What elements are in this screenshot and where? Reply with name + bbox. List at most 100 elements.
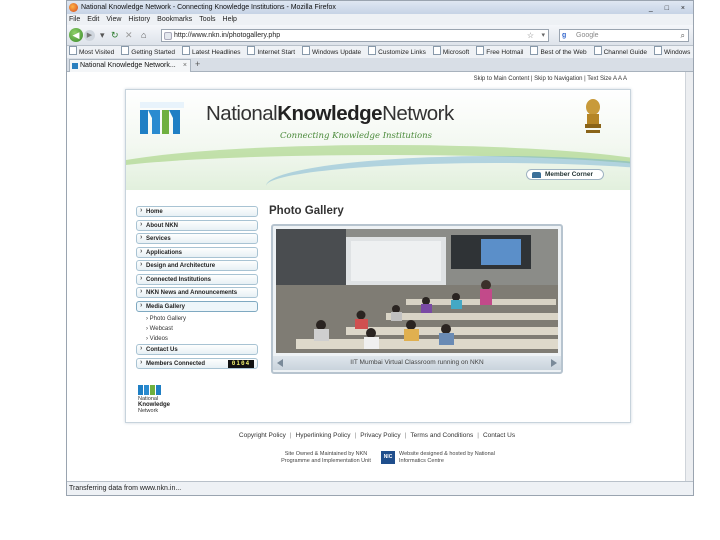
nav-item-label[interactable]: NKN News and Announcements — [146, 290, 237, 296]
favicon — [72, 63, 78, 69]
bookmark-best-of-the-web[interactable]: Best of the Web — [530, 49, 586, 56]
classroom-photo[interactable] — [276, 229, 558, 353]
url-text[interactable]: http://www.nkn.in/photogallery.php — [174, 32, 280, 39]
bookmark-latest-headlines[interactable]: Latest Headlines — [182, 49, 240, 56]
bookmark-microsoft[interactable]: Microsoft — [433, 49, 469, 56]
nav-item-members-connected[interactable]: Members Connected 0104 — [136, 357, 258, 369]
bookmark-getting-started[interactable]: Getting Started — [121, 49, 175, 56]
nav-item-connected-institutions[interactable]: Connected Institutions — [136, 273, 258, 285]
url-bar[interactable]: http://www.nkn.in/photogallery.php ☆ ▾ — [161, 29, 549, 42]
search-icon[interactable]: ⌕ — [681, 30, 685, 42]
nav-item-nkn-news-and-announcements[interactable]: NKN News and Announcements — [136, 287, 258, 298]
nav-item-services[interactable]: Services — [136, 233, 258, 244]
left-navigation: Home About NKN Services Applications Design … — [136, 206, 258, 371]
dropdown-icon[interactable]: ▾ — [100, 30, 105, 41]
nav-item-design-and-architecture[interactable]: Design and Architecture — [136, 260, 258, 271]
menu-item-bookmarks[interactable]: Bookmarks — [157, 16, 192, 23]
menu-item-edit[interactable]: Edit — [87, 16, 99, 23]
site-tagline: Connecting Knowledge Institutions — [280, 131, 432, 141]
forward-icon[interactable]: ▶ — [84, 30, 95, 41]
bookmark-channel-guide[interactable]: Channel Guide — [594, 49, 647, 56]
screenshot: National Knowledge Network - Connecting … — [0, 0, 720, 540]
bookmark-free-hotmail[interactable]: Free Hotmail — [476, 49, 523, 56]
footer-separator: | — [477, 432, 479, 439]
nav-item-label[interactable]: Home — [146, 209, 163, 215]
bookmark-customize-links[interactable]: Customize Links — [368, 49, 426, 56]
caption-bar: IIT Mumbai Virtual Classroom running on … — [273, 356, 561, 370]
bookmark-windows-update[interactable]: Windows Update — [302, 49, 361, 56]
url-dropdown-icon[interactable]: ▾ — [541, 30, 545, 42]
page-viewport: Skip to Main Content | Skip to Navigatio… — [67, 72, 687, 481]
subnav-item-photo-gallery[interactable]: › Photo Gallery — [136, 314, 258, 324]
title-word-2: Knowledge — [277, 102, 383, 125]
member-corner-label[interactable]: Member Corner — [545, 171, 593, 178]
skip-links[interactable]: Skip to Main Content | Skip to Navigatio… — [474, 76, 627, 82]
gallery-heading: Photo Gallery — [269, 205, 344, 217]
nav-item-home[interactable]: Home — [136, 206, 258, 217]
home-icon[interactable]: ⌂ — [141, 30, 146, 40]
menu-item-tools[interactable]: Tools — [199, 16, 215, 23]
menu-item-history[interactable]: History — [128, 16, 150, 23]
subnav-label[interactable]: Webcast — [150, 326, 173, 332]
menu-item-file[interactable]: File — [69, 16, 80, 23]
small-logo-text: Network — [138, 408, 158, 413]
national-emblem-icon — [585, 99, 601, 133]
google-icon[interactable]: g — [562, 31, 573, 40]
credits-owner: Site Owned & Maintained by NKN Programme… — [281, 451, 371, 464]
nav-item-media-gallery[interactable]: Media Gallery — [136, 300, 258, 312]
nav-item-label[interactable]: Media Gallery — [146, 304, 185, 310]
title-word-1: National — [206, 102, 278, 125]
new-tab-button[interactable]: + — [195, 59, 200, 69]
bookmark-windows[interactable]: Windows — [654, 49, 690, 56]
status-bar: Transferring data from www.nkn.in... — [67, 481, 693, 495]
nav-item-label[interactable]: Contact Us — [146, 347, 178, 353]
site-title: NationalKnowledgeNetwork — [206, 102, 454, 126]
tab-close-icon[interactable]: × — [183, 60, 187, 72]
vertical-scrollbar[interactable] — [685, 72, 693, 481]
member-corner-button[interactable]: Member Corner — [526, 169, 604, 180]
nav-item-contact-us[interactable]: Contact Us — [136, 344, 258, 355]
nav-item-label[interactable]: About NKN — [146, 223, 178, 229]
nav-item-label[interactable]: Services — [146, 236, 171, 242]
bookmark-star-icon[interactable]: ☆ — [527, 30, 534, 42]
nav-item-label[interactable]: Members Connected — [146, 361, 205, 367]
nav-item-label[interactable]: Applications — [146, 250, 182, 256]
menu-item-help[interactable]: Help — [223, 16, 237, 23]
footer-link-hyperlinking-policy[interactable]: Hyperlinking Policy — [296, 432, 351, 439]
reload-icon[interactable]: ↻ — [111, 30, 119, 41]
tab-active[interactable]: National Knowledge Network... × — [69, 59, 191, 72]
nkn-small-logo-icon: National Knowledge Network — [138, 385, 171, 413]
subnav-item-videos[interactable]: › Videos — [136, 334, 258, 344]
subnav-label[interactable]: Videos — [150, 336, 168, 342]
photo-caption: IIT Mumbai Virtual Classroom running on … — [350, 359, 484, 366]
footer-link-privacy-policy[interactable]: Privacy Policy — [360, 432, 400, 439]
bookmark-internet-start[interactable]: Internet Start — [247, 49, 295, 56]
title-word-3: Network — [382, 102, 454, 125]
footer-link-terms-and-conditions[interactable]: Terms and Conditions — [410, 432, 473, 439]
previous-arrow-icon[interactable] — [277, 359, 283, 367]
menu-item-view[interactable]: View — [106, 16, 121, 23]
browser-window: National Knowledge Network - Connecting … — [66, 0, 694, 496]
site-container: NationalKnowledgeNetwork Connecting Know… — [125, 89, 631, 423]
footer-link-copyright-policy[interactable]: Copyright Policy — [239, 432, 286, 439]
back-icon[interactable]: ◀ — [69, 28, 83, 42]
search-bar[interactable]: g Google ⌕ — [559, 29, 689, 42]
search-input[interactable]: Google — [576, 32, 599, 39]
tab-strip: National Knowledge Network... × + — [67, 58, 693, 72]
nav-item-about-nkn[interactable]: About NKN — [136, 219, 258, 231]
site-identity-icon[interactable] — [164, 32, 172, 40]
stop-icon[interactable]: ✕ — [125, 30, 133, 41]
tab-title[interactable]: National Knowledge Network... — [80, 62, 176, 69]
nav-item-applications[interactable]: Applications — [136, 246, 258, 258]
nav-item-label[interactable]: Design and Architecture — [146, 263, 215, 269]
member-icon — [532, 172, 541, 178]
photo-slideshow[interactable]: IIT Mumbai Virtual Classroom running on … — [271, 224, 563, 374]
credits-host: Website designed & hosted by National In… — [399, 451, 495, 464]
subnav-label[interactable]: Photo Gallery — [150, 316, 186, 322]
bookmark-most-visited[interactable]: Most Visited — [69, 49, 114, 56]
subnav-item-webcast[interactable]: › Webcast — [136, 324, 258, 334]
nav-item-label[interactable]: Connected Institutions — [146, 277, 211, 283]
next-arrow-icon[interactable] — [551, 359, 557, 367]
footer-link-contact-us[interactable]: Contact Us — [483, 432, 515, 439]
bookmarks-toolbar: Most Visited Getting Started Latest Headli… — [67, 46, 693, 58]
